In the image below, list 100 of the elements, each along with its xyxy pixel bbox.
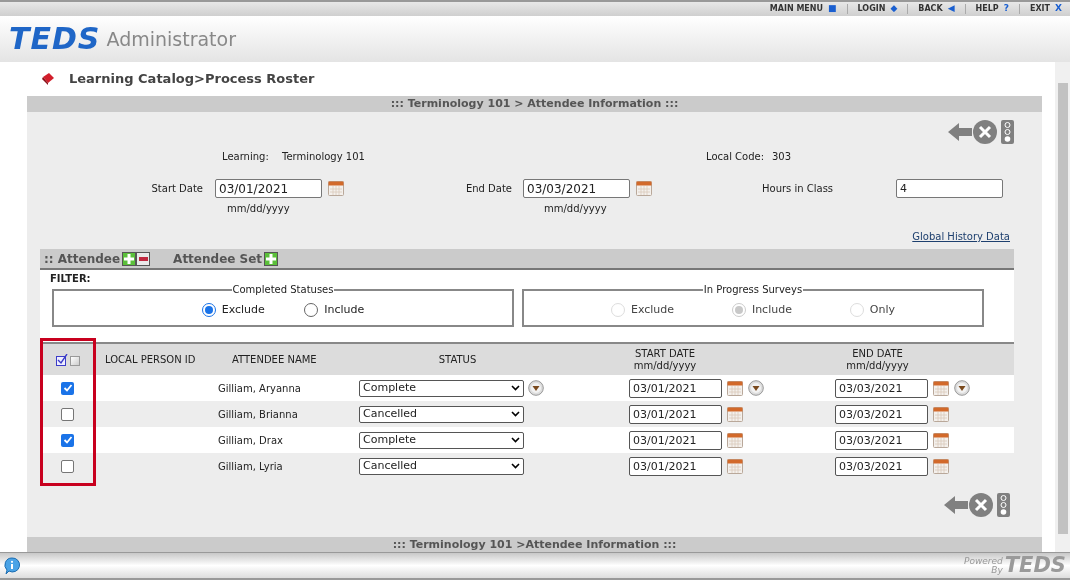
end-date-field[interactable]: 03/03/2021: [835, 456, 928, 476]
radio-label: Only: [869, 301, 896, 318]
checkbox[interactable]: [61, 459, 74, 473]
section-header: ::: Terminology 101 > Attendee Information :::: [27, 96, 1042, 112]
attendee-set-label: Attendee Set: [173, 250, 263, 268]
attendee-name: Gilliam, Drax: [218, 434, 283, 446]
radio-label: Exclude: [630, 301, 675, 318]
start-date-field[interactable]: 03/01/2021: [629, 404, 722, 424]
field-label: End Date: [464, 182, 513, 196]
radio-button[interactable]: [304, 303, 319, 317]
chevron-icon: [511, 463, 520, 469]
nav-link[interactable]: BACK ◀: [918, 2, 955, 16]
field-label: Learning:: [222, 149, 270, 164]
status-dropdown[interactable]: Cancelled: [359, 457, 524, 475]
traffic-light-icon[interactable]: [1001, 120, 1014, 144]
radio-label: Include: [751, 301, 792, 318]
column-header: LOCAL PERSON ID: [105, 353, 196, 366]
back-arrow-icon[interactable]: [944, 495, 968, 515]
calendar-icon[interactable]: [328, 181, 344, 196]
start-date-field[interactable]: 03/01/2021: [215, 179, 322, 198]
column-header: END DATE: [852, 347, 903, 360]
add-icon[interactable]: [264, 251, 279, 266]
column-header: ATTENDEE NAME: [232, 353, 317, 366]
close-icon[interactable]: [969, 493, 993, 517]
back-arrow-icon[interactable]: [948, 122, 972, 142]
calendar-icon[interactable]: [933, 406, 949, 422]
chevron-icon: [511, 437, 520, 443]
calendar-icon[interactable]: [727, 380, 743, 396]
nav-icon: ◀: [947, 2, 955, 16]
copy-down-icon[interactable]: [748, 380, 764, 396]
hours-field[interactable]: 4: [896, 179, 1003, 198]
attendee-name: Gilliam, Brianna: [218, 408, 298, 420]
add-icon[interactable]: [122, 251, 137, 266]
status-dropdown[interactable]: Complete: [359, 431, 524, 449]
logo: TEDS: [9, 24, 101, 54]
column-hint: mm/dd/yyyy: [846, 359, 909, 372]
page-title: Learning Catalog>Process Roster: [69, 70, 315, 89]
scrollbar[interactable]: [1055, 62, 1070, 552]
nav-link[interactable]: LOGIN ◆: [857, 2, 898, 16]
date-format-hint: mm/dd/yyyy: [227, 202, 291, 216]
calendar-icon[interactable]: [727, 432, 743, 448]
remove-icon[interactable]: [136, 251, 151, 266]
radio-label: Exclude: [221, 301, 265, 318]
start-date-field[interactable]: 03/01/2021: [629, 430, 722, 450]
copy-down-icon[interactable]: [528, 380, 544, 396]
nav-link[interactable]: MAIN MENU ■: [769, 2, 837, 16]
calendar-icon[interactable]: [727, 406, 743, 422]
status-dropdown[interactable]: Complete: [359, 379, 524, 397]
book-icon: [41, 72, 55, 86]
field-label: Start Date: [150, 182, 204, 196]
radio-label: Include: [324, 301, 365, 318]
start-date-field[interactable]: 03/01/2021: [629, 456, 722, 476]
footer-logo: TEDS: [1004, 555, 1066, 576]
attendee-label: :: Attendee: [44, 250, 121, 268]
status-dropdown[interactable]: Cancelled: [359, 405, 524, 423]
attendee-name: Gilliam, Aryanna: [218, 382, 301, 394]
nav-icon: X: [1055, 2, 1062, 16]
filter-group-title: In Progress Surveys: [702, 285, 804, 295]
checkbox[interactable]: [61, 407, 74, 421]
nav-icon: ■: [828, 2, 837, 16]
nav-link[interactable]: HELP ?: [975, 2, 1009, 16]
end-date-field[interactable]: 03/03/2021: [835, 378, 928, 398]
column-hint: mm/dd/yyyy: [633, 359, 697, 372]
radio-button[interactable]: [201, 303, 216, 317]
close-icon[interactable]: [973, 120, 997, 144]
select-all-icon[interactable]: [55, 353, 68, 366]
copy-down-icon[interactable]: [954, 380, 970, 396]
end-date-field[interactable]: 03/03/2021: [835, 404, 928, 424]
powered-by-text: Powered: [963, 556, 1003, 566]
chevron-icon: [511, 385, 520, 391]
end-date-field[interactable]: 03/03/2021: [523, 179, 630, 198]
field-label: Local Code:: [706, 149, 766, 164]
nav-link[interactable]: EXIT X: [1029, 2, 1062, 16]
filter-group-title: Completed Statuses: [231, 285, 335, 295]
calendar-icon[interactable]: [636, 181, 652, 196]
learning-value: Terminology 101: [282, 149, 366, 164]
calendar-icon[interactable]: [933, 380, 949, 396]
start-date-field[interactable]: 03/01/2021: [629, 378, 722, 398]
calendar-icon[interactable]: [933, 432, 949, 448]
global-history-link[interactable]: Global History Data: [912, 229, 1010, 244]
calendar-icon[interactable]: [727, 458, 743, 474]
local-code-value: 303: [772, 149, 792, 164]
traffic-light-icon[interactable]: [997, 493, 1010, 517]
date-format-hint: mm/dd/yyyy: [544, 202, 607, 216]
column-header: START DATE: [634, 347, 695, 360]
chevron-icon: [511, 411, 520, 417]
nav-icon: ◆: [890, 2, 898, 16]
checkbox[interactable]: [61, 381, 74, 395]
nav-icon: ?: [1003, 2, 1009, 16]
section-footer: ::: Terminology 101 >Attendee Information :::: [27, 537, 1042, 552]
filter-label: FILTER:: [49, 272, 92, 284]
attendee-name: Gilliam, Lyria: [218, 460, 283, 472]
app-name: Administrator: [106, 26, 236, 52]
field-label: Hours in Class: [762, 182, 835, 196]
checkbox[interactable]: [61, 433, 74, 447]
info-icon[interactable]: [4, 556, 20, 575]
calendar-icon[interactable]: [933, 458, 949, 474]
powered-by-text: By: [991, 565, 1003, 575]
end-date-field[interactable]: 03/03/2021: [835, 430, 928, 450]
column-header: STATUS: [438, 353, 477, 366]
